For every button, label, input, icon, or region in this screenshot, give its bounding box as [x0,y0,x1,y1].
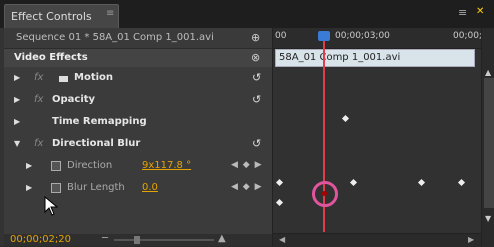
ruler-tick: 00;00;03;00 [335,31,390,41]
scroll-up-icon[interactable]: ▲ [485,68,491,77]
effect-name: Motion [74,72,114,83]
horizontal-scrollbar[interactable]: ◀ ▶ [273,233,481,247]
expand-triangle-icon[interactable]: ▶ [14,117,20,126]
keyframe-navigator[interactable]: ◀ ◆ ▶ [231,160,263,170]
effect-row-opacity[interactable]: ▶ fx Opacity ↺ [4,90,272,112]
fx-icon[interactable]: fx [34,138,43,149]
video-effects-label: Video Effects [14,52,88,63]
expand-triangle-icon[interactable]: ▶ [26,183,32,192]
keyframe-navigator[interactable]: ◀ ◆ ▶ [231,182,263,192]
stopwatch-icon[interactable] [51,183,61,193]
tab-menu-icon[interactable]: ≡ [106,8,116,22]
panel-footer: 00;00;02;20 ─ ▲ [4,233,272,246]
tab-label: Effect Controls [11,10,92,23]
link-icon[interactable]: ⊕ [251,31,260,44]
ruler-tick: 00;00; [453,31,482,41]
sequence-label: Sequence 01 * 58A_01 Comp 1_001.avi [16,32,214,43]
fx-icon[interactable]: fx [34,94,43,105]
fx-icon[interactable]: fx [34,72,43,83]
close-icon[interactable]: ✕ [476,6,484,17]
effect-name: Directional Blur [52,138,141,149]
keyframe[interactable] [275,198,284,207]
playhead-handle[interactable] [318,31,330,41]
effect-name: Time Remapping [52,116,147,127]
zoom-in-icon[interactable]: ▲ [218,233,226,244]
expand-triangle-icon[interactable]: ▶ [14,95,20,104]
param-row-direction[interactable]: ▶ Direction 9x117.8 ° ◀ ◆ ▶ [4,156,272,178]
expand-triangle-icon[interactable]: ▶ [26,161,32,170]
param-value[interactable]: 9x117.8 ° [142,160,191,171]
keyframe[interactable] [349,178,358,187]
scroll-up-icon[interactable]: ⊗ [251,51,260,64]
keyframe[interactable] [417,178,426,187]
sequence-header: Sequence 01 * 58A_01 Comp 1_001.avi ⊕ [4,28,272,49]
time-ruler[interactable]: 00 00;00;03;00 00;00; [273,28,482,49]
effect-row-time-remapping[interactable]: ▶ Time Remapping [4,112,272,134]
panel-menu-icon[interactable]: ≡ [458,6,467,19]
effect-row-motion[interactable]: ▶ fx Motion ↺ [4,68,272,90]
zoom-slider-track[interactable] [114,239,214,241]
reset-icon[interactable]: ↺ [252,93,261,106]
timecode-display[interactable]: 00;00;02;20 [10,234,71,245]
tab-effect-controls[interactable]: Effect Controls ≡ [4,4,119,28]
motion-icon [59,76,68,82]
reset-icon[interactable]: ↺ [252,71,261,84]
keyframe[interactable] [341,114,350,123]
video-effects-header: Video Effects ⊗ [4,49,272,67]
ruler-tick: 00 [275,31,287,41]
effect-row-directional-blur[interactable]: ▼ fx Directional Blur ↺ [4,134,272,156]
scroll-left-icon[interactable]: ◀ [279,235,285,244]
clip-bar[interactable]: 58A_01 Comp 1_001.avi [275,49,475,67]
param-name: Blur Length [67,182,125,193]
panel-titlebar: Effect Controls ≡ ≡ ✕ [0,0,494,28]
clip-name: 58A_01 Comp 1_001.avi [279,52,401,63]
collapse-triangle-icon[interactable]: ▼ [14,139,20,148]
keyframe-selected[interactable] [322,191,327,196]
keyframe[interactable] [275,178,284,187]
scroll-right-icon[interactable]: ▶ [468,235,474,244]
vertical-scrollbar[interactable]: ▲ ▼ [481,28,494,246]
keyframe[interactable] [457,178,466,187]
effect-name: Opacity [52,94,96,105]
keyframe-timeline[interactable]: 00 00;00;03;00 00;00; 58A_01 Comp 1_001.… [272,28,494,247]
zoom-slider-handle[interactable] [134,236,140,244]
zoom-out-icon[interactable]: ─ [102,233,108,244]
stopwatch-icon[interactable] [51,161,61,171]
scroll-thumb[interactable] [484,78,494,208]
param-name: Direction [67,160,113,171]
expand-triangle-icon[interactable]: ▶ [14,73,20,82]
mouse-cursor-icon [44,196,58,216]
scroll-down-icon[interactable]: ▼ [485,214,491,223]
reset-icon[interactable]: ↺ [252,137,261,150]
param-value[interactable]: 0.0 [142,182,158,193]
effect-controls-panel: Effect Controls ≡ ≡ ✕ Sequence 01 * 58A_… [0,0,494,247]
